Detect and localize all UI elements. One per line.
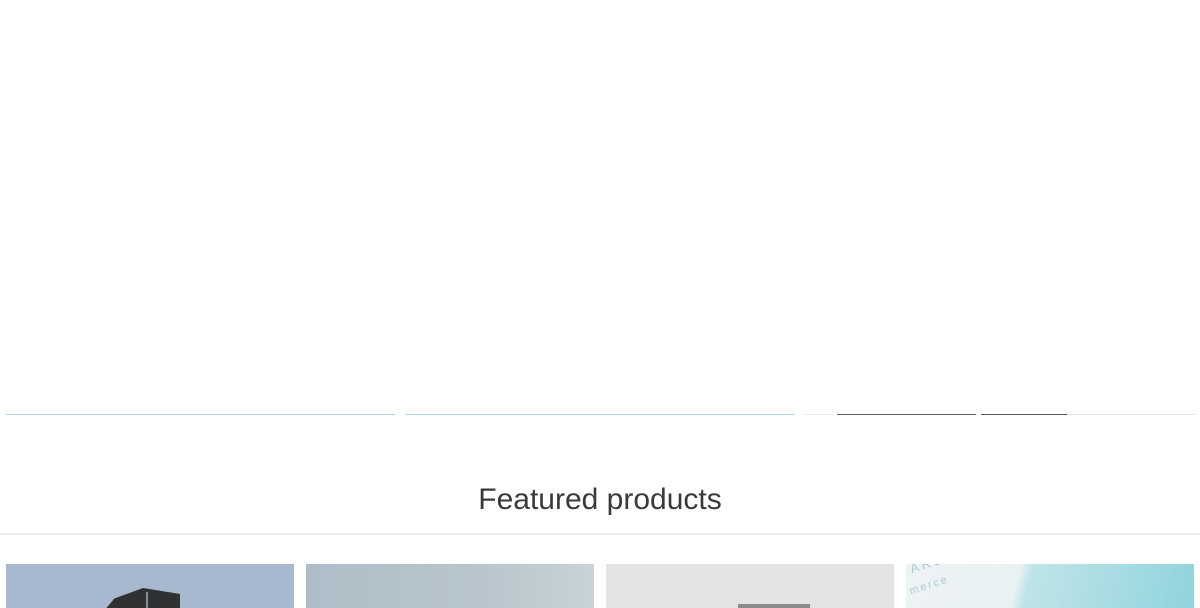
product-card-4[interactable]: ARD merce [906,564,1194,608]
featured-products-heading: Featured products [478,483,722,516]
banner-image-edge [1067,414,1195,415]
page: Featured products ARD merce [0,0,1200,608]
packaging-text: merce [908,573,951,598]
banner-image-1[interactable] [6,0,395,415]
section-divider [0,533,1200,535]
banner-image-edge [6,414,395,415]
product-image [98,588,180,608]
product-image-detail [146,592,148,608]
banner-image-edge [805,414,833,415]
banner-row [0,0,1200,415]
product-card-3[interactable] [606,564,894,608]
product-card-1[interactable] [6,564,294,608]
banner-image-edge [981,414,1067,415]
banner-image-2[interactable] [405,0,795,415]
product-card-2[interactable] [306,564,594,608]
banner-image-3[interactable] [805,0,1195,415]
banner-image-edge [405,414,795,415]
product-image-detail [738,604,810,608]
banner-image-edge [837,414,976,415]
